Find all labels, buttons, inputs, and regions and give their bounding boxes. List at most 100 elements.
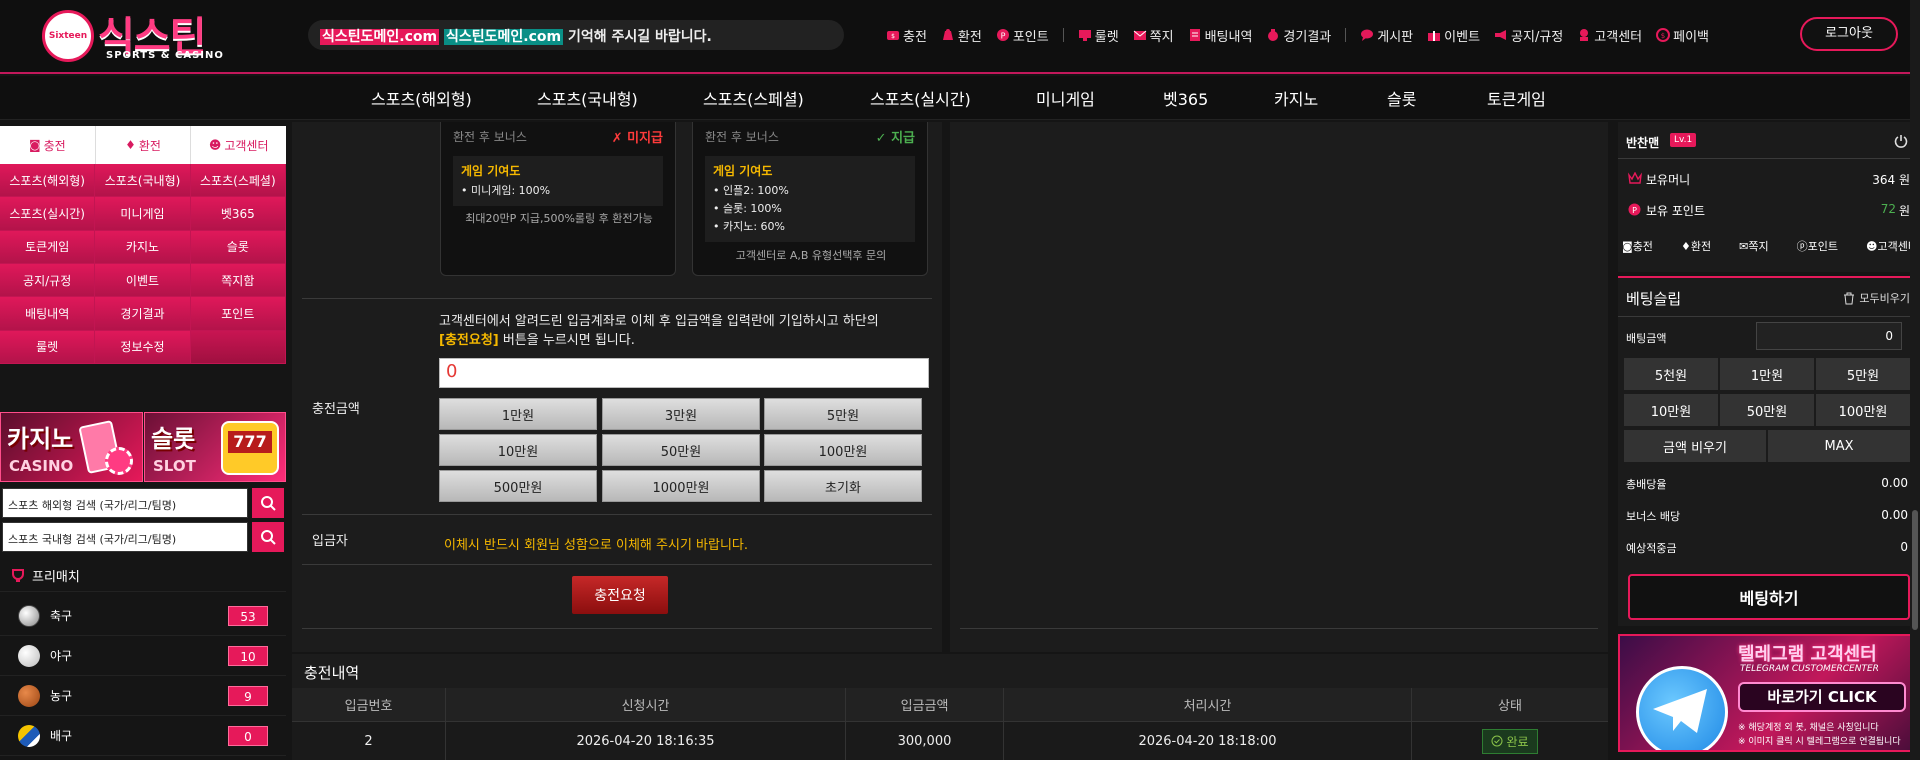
leftmenu-sports-domestic[interactable]: 스포츠(국내형) xyxy=(95,164,191,198)
scrollbar-thumb[interactable] xyxy=(1912,510,1918,630)
search-overseas-input[interactable]: 스포츠 해외형 검색 (국가/리그/팀명) xyxy=(2,488,248,518)
topnav-roulette[interactable]: 룰렛 xyxy=(1078,26,1119,45)
search-overseas-button[interactable] xyxy=(252,488,284,518)
mainnav-minigame[interactable]: 미니게임 xyxy=(1036,86,1095,110)
sport-count: 53 xyxy=(228,606,268,626)
mainnav-sports-live[interactable]: 스포츠(실시간) xyxy=(870,86,971,110)
bet-amount-input[interactable]: 0 xyxy=(1756,322,1902,350)
mainnav-sports-overseas[interactable]: 스포츠(해외형) xyxy=(371,86,472,110)
leftmenu-notice[interactable]: 공지/규정 xyxy=(0,263,96,298)
topnav-betting-history[interactable]: 배팅내역 xyxy=(1188,26,1252,45)
account-link-exchange[interactable]: ♦환전 xyxy=(1681,238,1711,254)
leftmenu-sports-live[interactable]: 스포츠(실시간) xyxy=(0,197,96,231)
place-bet-button[interactable]: 베팅하기 xyxy=(1628,574,1910,620)
amount-reset-button[interactable]: 초기화 xyxy=(764,470,922,502)
bonus-status-paid: ✓ 지급 xyxy=(875,131,915,146)
leftmenu-slot[interactable]: 슬롯 xyxy=(190,230,286,264)
mainnav-sports-special[interactable]: 스포츠(스페셜) xyxy=(703,86,804,110)
payback-icon: $ xyxy=(1656,28,1671,42)
cell-deposit-no: 2 xyxy=(292,722,446,760)
account-link-mail[interactable]: ✉쪽지 xyxy=(1739,238,1768,254)
bonus-card-heading: 환전 후 보너스 xyxy=(453,130,527,144)
page-scrollbar[interactable] xyxy=(1910,0,1920,760)
topnav-charge[interactable]: $ 충전 xyxy=(886,26,927,45)
leftmenu-minigame[interactable]: 미니게임 xyxy=(95,197,191,231)
quick-exchange[interactable]: ♦ 환전 xyxy=(96,126,192,164)
bet-btn-1m[interactable]: 100만원 xyxy=(1816,394,1910,426)
topnav-results[interactable]: 경기결과 xyxy=(1266,26,1331,45)
account-link-point[interactable]: ⓟ포인트 xyxy=(1797,238,1838,254)
leftmenu-results[interactable]: 경기결과 xyxy=(95,297,191,331)
sport-volleyball[interactable]: 배구 0 xyxy=(0,716,286,756)
mainnav-bet365[interactable]: 벳365 xyxy=(1163,86,1208,110)
col-amount: 입금금액 xyxy=(846,688,1004,721)
charge-amount-input[interactable]: 0 xyxy=(439,358,929,388)
paper-plane-icon xyxy=(1653,689,1707,733)
bonus-card-a[interactable]: 환전 후 보너스 ✗ 미지급 게임 기여도 • 미니게임: 100% 최대20만… xyxy=(440,122,676,276)
leftmenu-roulette[interactable]: 룰렛 xyxy=(0,330,96,364)
clear-all-button[interactable]: 모두비우기 xyxy=(1843,290,1910,306)
leftmenu-casino[interactable]: 카지노 xyxy=(95,230,191,264)
topnav-payback[interactable]: $ 페이백 xyxy=(1656,26,1709,45)
leftmenu-point[interactable]: 포인트 xyxy=(190,297,286,331)
leftmenu-inbox[interactable]: 쪽지함 xyxy=(190,263,286,298)
account-link-charge[interactable]: ◙충전 xyxy=(1622,238,1653,254)
amount-btn-1m[interactable]: 100만원 xyxy=(764,434,922,466)
leftmenu-sports-overseas[interactable]: 스포츠(해외형) xyxy=(0,164,96,198)
bet-btn-100k[interactable]: 10만원 xyxy=(1624,394,1718,426)
instruction-highlight: [충전요청] xyxy=(439,333,499,348)
sport-basketball[interactable]: 농구 9 xyxy=(0,676,286,716)
amount-btn-10k[interactable]: 1만원 xyxy=(439,398,597,430)
quick-support[interactable]: ☻ 고객센터 xyxy=(191,126,286,164)
roulette-icon xyxy=(1078,30,1091,41)
bet-btn-50k[interactable]: 5만원 xyxy=(1816,358,1910,390)
clear-amount-button[interactable]: 금액 비우기 xyxy=(1624,430,1766,462)
amount-btn-30k[interactable]: 3만원 xyxy=(602,398,760,430)
bonus-card-b[interactable]: 환전 후 보너스 ✓ 지급 게임 기여도 • 인플2: 100% • 슬롯: 1… xyxy=(692,122,928,276)
quick-charge[interactable]: ◙ 충전 xyxy=(0,126,96,164)
mainnav-token-game[interactable]: 토큰게임 xyxy=(1487,86,1546,110)
leftmenu-sports-special[interactable]: 스포츠(스페셜) xyxy=(190,164,286,198)
casino-banner[interactable]: 카지노 CASINO xyxy=(0,412,143,482)
search-domestic-button[interactable] xyxy=(252,522,284,552)
amount-btn-50k[interactable]: 5만원 xyxy=(764,398,922,430)
support-icon: ☻ xyxy=(208,138,222,152)
bet-btn-500k[interactable]: 50만원 xyxy=(1720,394,1814,426)
leftmenu-token-game[interactable]: 토큰게임 xyxy=(0,230,96,264)
leftmenu-event[interactable]: 이벤트 xyxy=(95,263,191,298)
slot-banner[interactable]: 슬롯 SLOT 777 xyxy=(144,412,286,482)
sport-baseball[interactable]: 야구 10 xyxy=(0,636,286,676)
topnav-exchange[interactable]: 환전 xyxy=(941,26,982,45)
amount-btn-5m[interactable]: 500만원 xyxy=(439,470,597,502)
site-logo[interactable]: Sixteen 식스틴 SPORTS & CASINO xyxy=(40,4,250,68)
topnav-support[interactable]: 고객센터 xyxy=(1577,26,1642,45)
bet-btn-5k[interactable]: 5천원 xyxy=(1624,358,1718,390)
leftmenu-betting-history[interactable]: 배팅내역 xyxy=(0,297,96,331)
topnav-mail[interactable]: 쪽지 xyxy=(1133,26,1174,45)
amount-btn-500k[interactable]: 50만원 xyxy=(602,434,760,466)
leftmenu-profile[interactable]: 정보수정 xyxy=(95,330,191,364)
amount-btn-100k[interactable]: 10만원 xyxy=(439,434,597,466)
prematch-header[interactable]: 프리매치 xyxy=(0,560,286,592)
col-status: 상태 xyxy=(1498,699,1522,714)
topnav-board[interactable]: 게시판 xyxy=(1360,26,1413,45)
bet-btn-10k[interactable]: 1만원 xyxy=(1720,358,1814,390)
leftmenu-bet365[interactable]: 벳365 xyxy=(190,197,286,231)
mainnav-casino[interactable]: 카지노 xyxy=(1274,86,1318,110)
search-icon xyxy=(261,496,276,511)
mainnav-sports-domestic[interactable]: 스포츠(국내형) xyxy=(537,86,638,110)
telegram-banner[interactable]: 텔레그램 고객센터 TELEGRAM CUSTOMERCENTER 바로가기 C… xyxy=(1618,634,1914,752)
topnav-event[interactable]: 이벤트 xyxy=(1427,26,1480,45)
left-quick-tabs: ◙ 충전 ♦ 환전 ☻ 고객센터 xyxy=(0,126,286,164)
max-button[interactable]: MAX xyxy=(1768,430,1910,462)
charge-request-button[interactable]: 충전요청 xyxy=(572,576,668,614)
topnav-point[interactable]: P 포인트 xyxy=(996,26,1049,45)
logout-button[interactable]: 로그아웃 xyxy=(1800,17,1898,51)
table-row[interactable]: 2 2026-04-20 18:16:35 300,000 2026-04-20… xyxy=(292,722,1608,760)
mainnav-slot[interactable]: 슬롯 xyxy=(1387,86,1416,110)
search-domestic-input[interactable]: 스포츠 국내형 검색 (국가/리그/팀명) xyxy=(2,522,248,552)
sport-soccer[interactable]: 축구 53 xyxy=(0,596,286,636)
amount-btn-10m[interactable]: 1000만원 xyxy=(602,470,760,502)
power-icon[interactable] xyxy=(1894,134,1908,148)
topnav-notice[interactable]: 공지/규정 xyxy=(1494,26,1563,45)
